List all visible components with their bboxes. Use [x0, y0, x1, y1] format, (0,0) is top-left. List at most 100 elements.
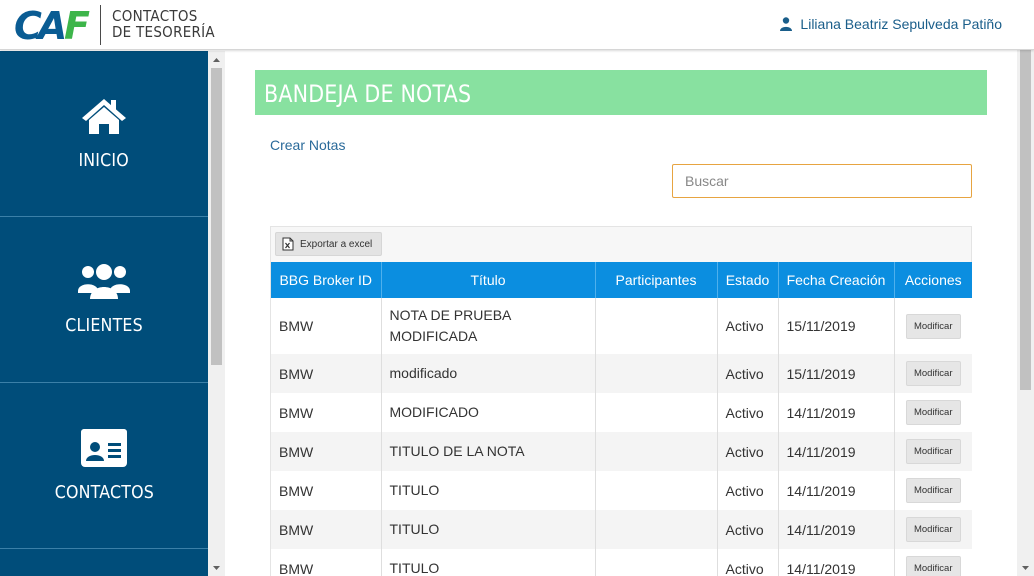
cell-titulo: TITULO	[381, 549, 596, 576]
sidebar-item-label: CLIENTES	[65, 315, 143, 336]
cell-fecha: 15/11/2019	[778, 354, 895, 393]
cell-titulo: MODIFICADO	[381, 393, 596, 432]
cell-broker: BMW	[271, 393, 382, 432]
sidebar-item-clientes[interactable]: CLIENTES	[0, 217, 208, 383]
cell-estado: Activo	[717, 510, 779, 549]
scroll-thumb[interactable]	[211, 68, 222, 365]
cell-broker: BMW	[271, 298, 382, 354]
chevron-down-icon	[1022, 565, 1029, 570]
table-row: BMW modificado Activo 15/11/2019 Modific…	[271, 354, 972, 393]
column-header-broker[interactable]: BBG Broker ID	[271, 262, 382, 298]
modify-button[interactable]: Modificar	[905, 517, 961, 542]
cell-fecha: 14/11/2019	[778, 510, 895, 549]
table-row: BMW TITULO DE LA NOTA Activo 14/11/2019 …	[271, 432, 972, 471]
contact-card-icon	[81, 429, 127, 467]
page-title: BANDEJA DE NOTAS	[264, 80, 472, 108]
scroll-thumb[interactable]	[1020, 17, 1031, 390]
modify-button[interactable]: Modificar	[905, 439, 961, 464]
cell-estado: Activo	[717, 432, 779, 471]
cell-fecha: 14/11/2019	[778, 471, 895, 510]
column-header-estado[interactable]: Estado	[717, 262, 779, 298]
cell-estado: Activo	[717, 471, 779, 510]
modify-button[interactable]: Modificar	[905, 361, 961, 386]
sidebar-item-contactos[interactable]: CONTACTOS	[0, 383, 208, 549]
scroll-up-arrow[interactable]	[208, 51, 225, 68]
cell-acciones: Modificar	[894, 298, 972, 354]
cell-estado: Activo	[717, 298, 779, 354]
table-row: BMW TITULO Activo 14/11/2019 Modificar	[271, 510, 972, 549]
table-row: BMW MODIFICADO Activo 14/11/2019 Modific…	[271, 393, 972, 432]
search-input[interactable]	[672, 164, 972, 198]
cell-acciones: Modificar	[894, 510, 972, 549]
caf-logo[interactable]: CA F	[14, 4, 96, 48]
modify-button[interactable]: Modificar	[905, 556, 961, 576]
user-name: Liliana Beatriz Sepulveda Patiño	[800, 16, 1002, 32]
cell-participantes	[595, 393, 718, 432]
cell-broker: BMW	[271, 354, 382, 393]
cell-estado: Activo	[717, 549, 779, 576]
brand-title: CONTACTOS DE TESORERÍA	[112, 8, 215, 40]
cell-titulo: TITULO	[381, 471, 596, 510]
modify-button[interactable]: Modificar	[905, 313, 961, 339]
svg-text:F: F	[64, 6, 90, 44]
sidebar-item-label: INICIO	[78, 150, 130, 171]
table-row: BMW TITULO Activo 14/11/2019 Modificar	[271, 549, 972, 576]
modify-button[interactable]: Modificar	[905, 478, 961, 503]
cell-titulo: modificado	[381, 354, 596, 393]
cell-titulo: TITULO DE LA NOTA	[381, 432, 596, 471]
sidebar: INICIO CLIENTES CONTACTOS	[0, 51, 208, 576]
sidebar-item-inicio[interactable]: INICIO	[0, 51, 208, 217]
main-content: BANDEJA DE NOTAS Crear Notas Exportar a …	[225, 51, 1017, 576]
create-note-link[interactable]: Crear Notas	[270, 137, 345, 153]
cell-fecha: 15/11/2019	[778, 298, 895, 354]
user-icon	[780, 17, 793, 31]
column-header-acciones: Acciones	[894, 262, 972, 298]
column-header-fecha[interactable]: Fecha Creación	[778, 262, 895, 298]
page-scrollbar[interactable]	[1017, 0, 1034, 576]
cell-acciones: Modificar	[894, 393, 972, 432]
cell-participantes	[595, 471, 718, 510]
scroll-down-arrow[interactable]	[1017, 559, 1034, 576]
top-header: CA F CONTACTOS DE TESORERÍA Liliana Beat…	[0, 0, 1034, 50]
cell-participantes	[595, 549, 718, 576]
cell-broker: BMW	[271, 432, 382, 471]
brand-line-2: DE TESORERÍA	[112, 23, 215, 41]
caf-logo-mark: CA F	[14, 4, 90, 48]
cell-participantes	[595, 510, 718, 549]
cell-broker: BMW	[271, 510, 382, 549]
cell-fecha: 14/11/2019	[778, 393, 895, 432]
table-toolbar: Exportar a excel	[271, 227, 971, 262]
sidebar-scrollbar[interactable]	[208, 51, 225, 576]
sidebar-item-label: CONTACTOS	[54, 482, 154, 503]
cell-acciones: Modificar	[894, 471, 972, 510]
chevron-down-icon	[213, 565, 220, 570]
cell-broker: BMW	[271, 471, 382, 510]
logo-divider	[100, 5, 101, 45]
export-label: Exportar a excel	[300, 238, 373, 250]
cell-titulo: TITULO	[381, 510, 596, 549]
users-icon	[78, 264, 130, 299]
chevron-up-icon	[213, 57, 220, 62]
table-row: BMW TITULO Activo 14/11/2019 Modificar	[271, 471, 972, 510]
cell-participantes	[595, 298, 718, 354]
cell-estado: Activo	[717, 393, 779, 432]
cell-acciones: Modificar	[894, 549, 972, 576]
svg-text:CA: CA	[14, 6, 65, 44]
table-header: BBG Broker ID Título Participantes Estad…	[271, 262, 972, 298]
column-header-participantes[interactable]: Participantes	[595, 262, 718, 298]
modify-button[interactable]: Modificar	[905, 400, 961, 425]
cell-fecha: 14/11/2019	[778, 432, 895, 471]
cell-acciones: Modificar	[894, 432, 972, 471]
cell-participantes	[595, 354, 718, 393]
user-menu[interactable]: Liliana Beatriz Sepulveda Patiño	[780, 16, 1002, 32]
notes-table: BBG Broker ID Título Participantes Estad…	[271, 262, 972, 576]
table-row: BMW NOTA DE PRUEBA MODIFICADA Activo 15/…	[271, 298, 972, 354]
home-icon	[82, 99, 126, 134]
excel-icon	[282, 237, 294, 251]
notes-table-panel: Exportar a excel BBG Broker ID Título Pa…	[270, 226, 972, 576]
scroll-down-arrow[interactable]	[208, 559, 225, 576]
cell-broker: BMW	[271, 549, 382, 576]
column-header-titulo[interactable]: Título	[381, 262, 596, 298]
export-excel-button[interactable]: Exportar a excel	[275, 232, 382, 256]
cell-fecha: 14/11/2019	[778, 549, 895, 576]
